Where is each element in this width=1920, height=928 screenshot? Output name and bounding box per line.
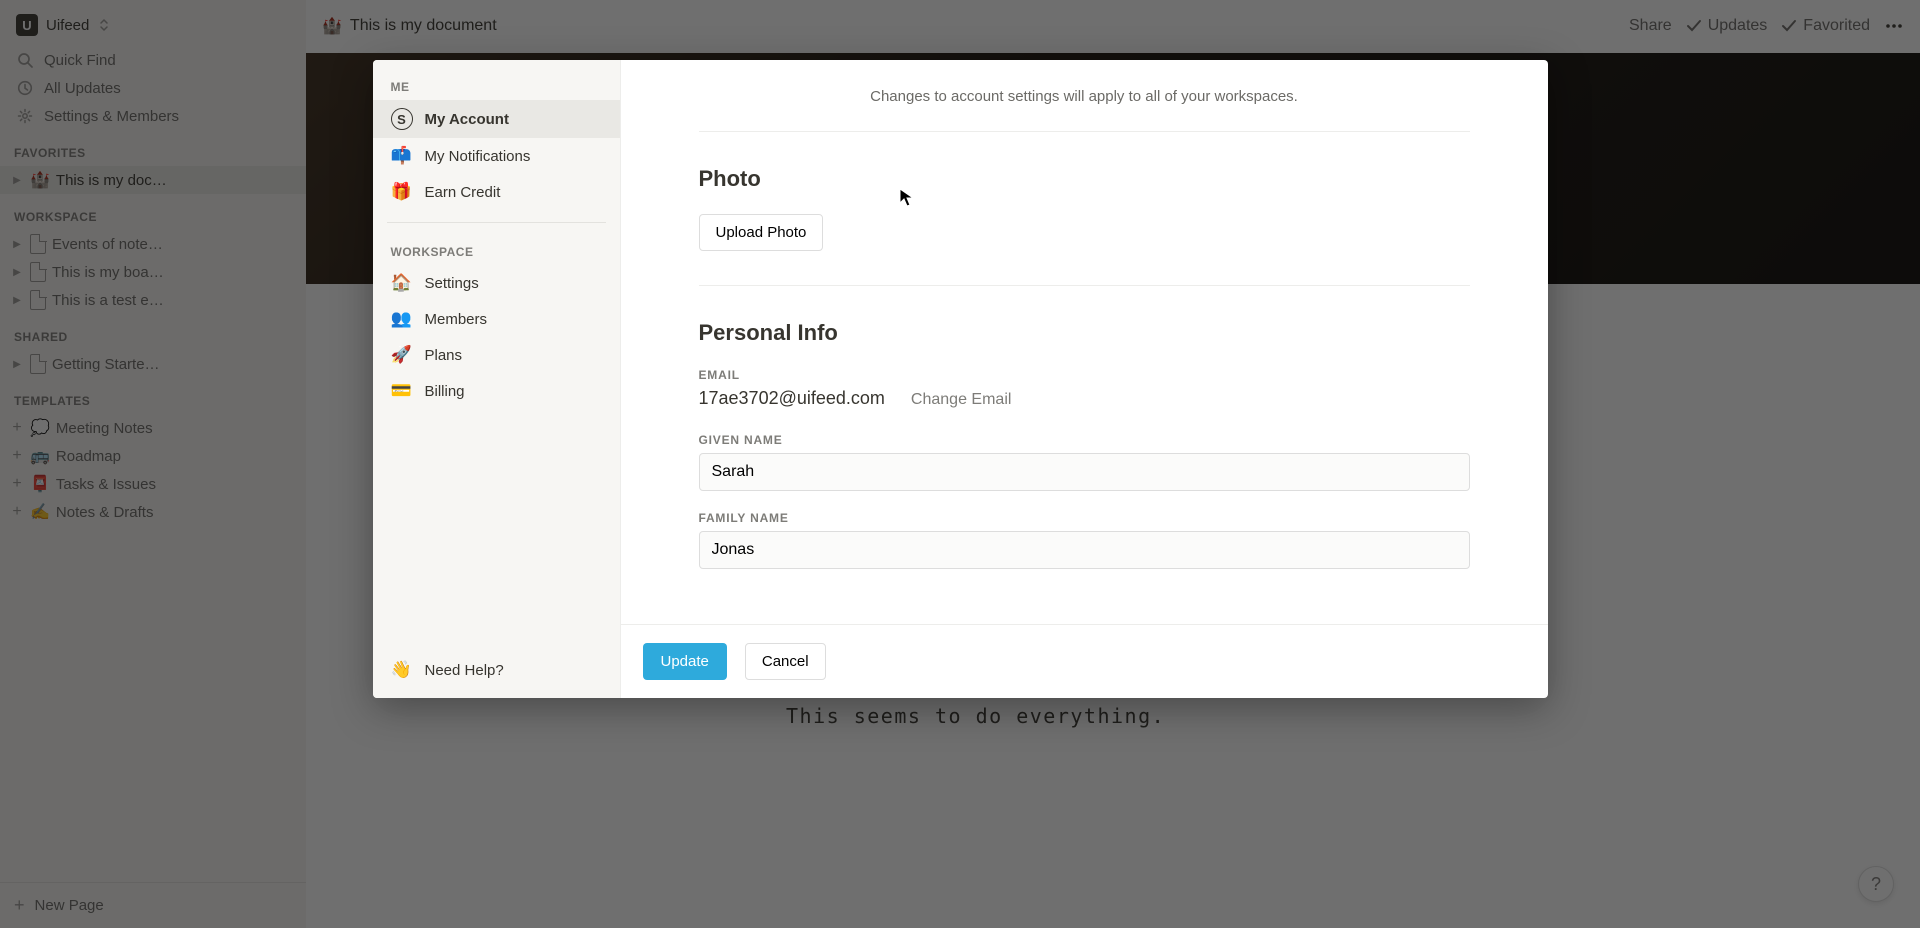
settings-label: Settings [425, 275, 479, 292]
need-help-item[interactable]: 👋 Need Help? [373, 652, 620, 688]
plans-label: Plans [425, 347, 463, 364]
waving-hand-icon: 👋 [391, 660, 413, 680]
upload-photo-button[interactable]: Upload Photo [699, 214, 824, 251]
settings-hint: Changes to account settings will apply t… [699, 88, 1470, 105]
gift-icon: 🎁 [391, 182, 413, 202]
modal-body: Changes to account settings will apply t… [621, 60, 1548, 698]
my-notifications-item[interactable]: 📫 My Notifications [373, 138, 620, 174]
me-heading: ME [373, 70, 620, 100]
my-account-label: My Account [425, 111, 509, 128]
earn-credit-label: Earn Credit [425, 184, 501, 201]
family-name-input[interactable] [699, 531, 1470, 569]
update-button[interactable]: Update [643, 643, 727, 680]
cancel-button[interactable]: Cancel [745, 643, 826, 680]
photo-heading: Photo [699, 166, 1470, 192]
modal-footer: Update Cancel [621, 624, 1548, 698]
plans-item[interactable]: 🚀 Plans [373, 337, 620, 373]
mailbox-icon: 📫 [391, 146, 413, 166]
credit-card-icon: 💳 [391, 381, 413, 401]
house-icon: 🏠 [391, 273, 413, 293]
need-help-label: Need Help? [425, 662, 504, 679]
family-name-label: FAMILY NAME [699, 511, 1470, 525]
my-account-item[interactable]: S My Account [373, 100, 620, 138]
personal-info-heading: Personal Info [699, 320, 1470, 346]
settings-item[interactable]: 🏠 Settings [373, 265, 620, 301]
my-notifications-label: My Notifications [425, 148, 531, 165]
billing-label: Billing [425, 383, 465, 400]
workspace-heading: WORKSPACE [373, 235, 620, 265]
rocket-icon: 🚀 [391, 345, 413, 365]
given-name-input[interactable] [699, 453, 1470, 491]
email-value: 17ae3702@uifeed.com [699, 388, 885, 409]
given-name-label: GIVEN NAME [699, 433, 1470, 447]
members-label: Members [425, 311, 488, 328]
email-label: EMAIL [699, 368, 1470, 382]
user-initial-icon: S [391, 108, 413, 130]
modal-scrim[interactable]: ME S My Account 📫 My Notifications 🎁 Ear… [0, 0, 1920, 928]
settings-modal: ME S My Account 📫 My Notifications 🎁 Ear… [373, 60, 1548, 698]
modal-sidebar: ME S My Account 📫 My Notifications 🎁 Ear… [373, 60, 621, 698]
change-email-link[interactable]: Change Email [911, 391, 1012, 409]
members-item[interactable]: 👥 Members [373, 301, 620, 337]
earn-credit-item[interactable]: 🎁 Earn Credit [373, 174, 620, 210]
people-icon: 👥 [391, 309, 413, 329]
billing-item[interactable]: 💳 Billing [373, 373, 620, 409]
